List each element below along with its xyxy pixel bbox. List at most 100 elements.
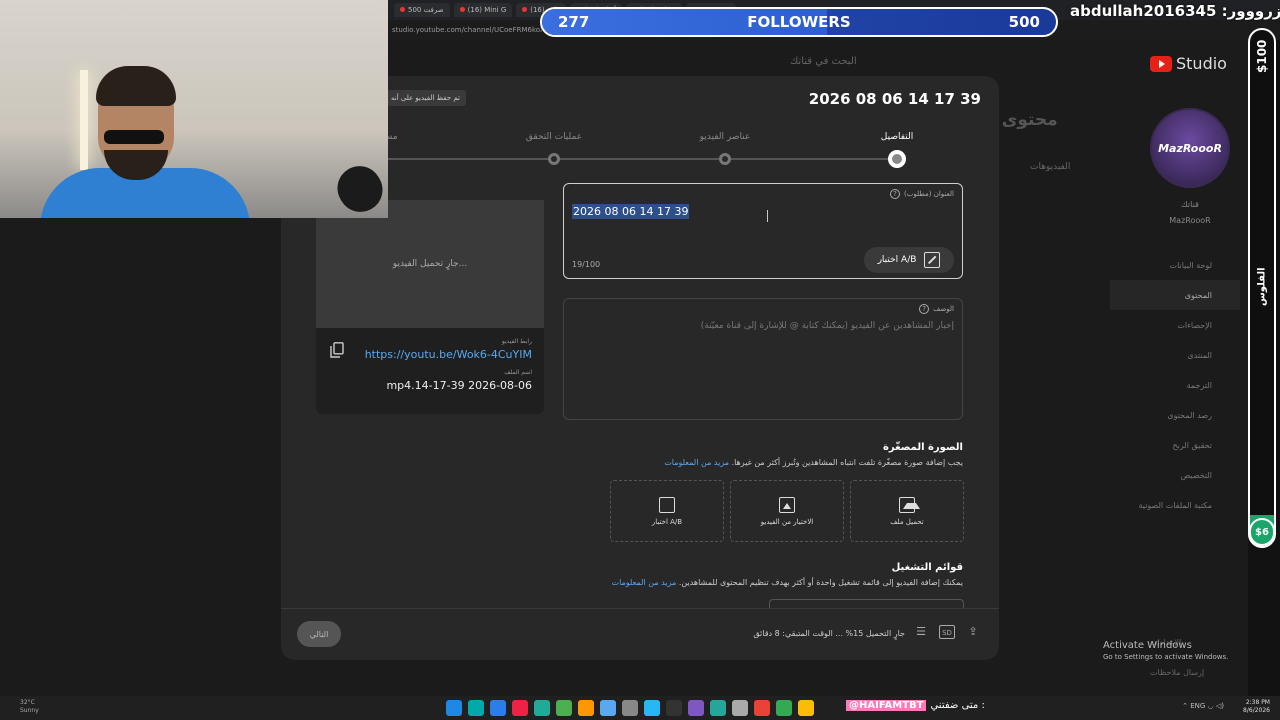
thumbnail-heading: الصورة المصغّرة bbox=[883, 442, 963, 453]
help-icon[interactable]: ? bbox=[890, 189, 901, 199]
sidebar-item[interactable]: تحقيق الربح bbox=[1110, 430, 1240, 460]
sidebar-item[interactable]: لوحة البيانات bbox=[1110, 250, 1240, 280]
description-field[interactable]: ? الوصف إخبار المشاهدين عن الفيديو (يمكن… bbox=[563, 298, 963, 420]
upload-icon[interactable]: ⇪ bbox=[965, 625, 981, 639]
ab-test-button[interactable]: اختبار A/B bbox=[864, 247, 954, 273]
taskbar-app-icon[interactable] bbox=[644, 700, 660, 716]
tab-videos[interactable]: الفيديوهات bbox=[1030, 162, 1070, 172]
sidebar-item[interactable]: التخصيص bbox=[1110, 460, 1240, 490]
taskbar-app-icon[interactable] bbox=[688, 700, 704, 716]
sidebar-item-label: الإحصاءات bbox=[1177, 320, 1212, 330]
channel-avatar[interactable]: MazRoooR bbox=[1150, 108, 1230, 188]
sidebar-item[interactable]: الترجمة bbox=[1110, 370, 1240, 400]
taskbar-app-icon[interactable] bbox=[490, 700, 506, 716]
browser-tab[interactable]: (16) Mini G bbox=[453, 3, 513, 17]
taskbar-app-icon[interactable] bbox=[754, 700, 770, 716]
video-info-panel: رابط الفيديو https://youtu.be/Wok6-4CuYI… bbox=[316, 328, 544, 414]
webcam-overlay bbox=[0, 0, 388, 218]
screen: البحث في قناتك Studio محتوى ا الفيديوهات… bbox=[0, 0, 1280, 720]
weather-temp: 32°C bbox=[20, 699, 35, 706]
clock-date: 8/6/2026 bbox=[1243, 707, 1270, 714]
taskbar-app-icon[interactable] bbox=[556, 700, 572, 716]
ab-test-label: اختبار A/B bbox=[877, 255, 917, 265]
taskbar-app-icon[interactable] bbox=[776, 700, 792, 716]
thumbnail-ab-test-button[interactable]: اختبار A/B bbox=[610, 480, 724, 542]
taskbar-app-icon[interactable] bbox=[798, 700, 814, 716]
donation-label: الفلوس bbox=[1256, 267, 1268, 307]
sidebar-item-label: الترجمة bbox=[1186, 380, 1212, 390]
studio-sidebar: لوحة البيانات المحتوى الإحصاءات المنتدى التر… bbox=[1110, 250, 1240, 520]
taskbar-app-icon[interactable] bbox=[600, 700, 616, 716]
taskbar-app-icon[interactable] bbox=[666, 700, 682, 716]
checks-icon[interactable]: ☰ bbox=[913, 625, 929, 639]
playlists-learn-more-link[interactable]: مزيد من المعلومات bbox=[612, 578, 677, 587]
browser-tab[interactable]: صرفت 500 bbox=[394, 3, 450, 17]
preview-status: جارٍ تحميل الفيديو... bbox=[392, 259, 468, 269]
sidebar-item[interactable]: الإحصاءات bbox=[1110, 310, 1240, 340]
channel-caption: قناتك bbox=[1181, 200, 1199, 209]
sidebar-item-label: المحتوى bbox=[1184, 290, 1212, 300]
taskbar-apps bbox=[446, 700, 814, 716]
activate-windows-watermark: Activate Windows Go to Settings to activ… bbox=[1103, 640, 1228, 661]
youtube-tab-icon bbox=[522, 7, 528, 12]
taskbar-app-icon[interactable] bbox=[622, 700, 638, 716]
taskbar-app-icon[interactable] bbox=[534, 700, 550, 716]
studio-logo[interactable]: Studio bbox=[1150, 54, 1227, 73]
followers-label: FOLLOWERS bbox=[747, 13, 851, 31]
taskbar: 32°C Sunny ⌃ ENG ◡ ◁) 2:38 PM 8/6/2026 bbox=[0, 696, 1280, 720]
step-checks[interactable]: عمليات التحقق bbox=[509, 132, 599, 165]
followers-current: 277 bbox=[558, 13, 590, 31]
youtube-tab-icon bbox=[400, 7, 405, 12]
taskbar-app-icon[interactable] bbox=[446, 700, 462, 716]
thumbnail-from-video-button[interactable]: الاختيار من الفيديو bbox=[730, 480, 844, 542]
title-field[interactable]: ? العنوان (مطلوب) 2026 08 06 14 17 39 19… bbox=[563, 183, 963, 279]
streamer-glasses bbox=[104, 130, 164, 144]
youtube-icon bbox=[1150, 55, 1172, 72]
dialog-title: 2026 08 06 14 17 39 bbox=[808, 90, 981, 108]
video-link[interactable]: https://youtu.be/Wok6-4CuYIM bbox=[328, 348, 532, 361]
sidebar-item-label: التخصيص bbox=[1180, 470, 1212, 480]
thumbnail-upload-button[interactable]: تحميل ملف bbox=[850, 480, 964, 542]
next-button[interactable]: التالي bbox=[297, 621, 341, 647]
sidebar-item[interactable]: مكتبة الملفات الصوتية bbox=[1110, 490, 1240, 520]
studio-search-input[interactable]: البحث في قناتك bbox=[790, 56, 857, 67]
taskbar-app-icon[interactable] bbox=[732, 700, 748, 716]
taskbar-app-icon[interactable] bbox=[578, 700, 594, 716]
sidebar-item-label: مكتبة الملفات الصوتية bbox=[1138, 500, 1212, 510]
clock[interactable]: 2:38 PM 8/6/2026 bbox=[1243, 699, 1270, 715]
taskbar-app-icon[interactable] bbox=[710, 700, 726, 716]
title-field-label: العنوان (مطلوب) bbox=[904, 190, 954, 198]
thumbnail-learn-more-link[interactable]: مزيد من المعلومات bbox=[664, 458, 729, 467]
copy-icon[interactable] bbox=[330, 342, 344, 358]
ab-test-icon bbox=[924, 252, 941, 268]
step-details[interactable]: التفاصيل bbox=[852, 132, 942, 168]
filename: mp4.14-17-39 2026-08-06 bbox=[386, 379, 532, 392]
thumbnail-option-label: اختبار A/B bbox=[651, 517, 683, 526]
streamer-hair bbox=[96, 66, 176, 106]
filename-label: اسم الملف bbox=[504, 369, 532, 376]
title-input-value[interactable]: 2026 08 06 14 17 39 bbox=[572, 204, 690, 219]
system-tray[interactable]: ⌃ ENG ◡ ◁) bbox=[1182, 702, 1224, 710]
dialog-header: 2026 08 06 14 17 39 تم حفظ الفيديو على أ… bbox=[281, 76, 999, 126]
step-label: عناصر الفيديو bbox=[699, 132, 751, 142]
ab-test-icon bbox=[659, 496, 675, 513]
sidebar-item[interactable]: المحتوى bbox=[1110, 280, 1240, 310]
thumbnail-description: يجب إضافة صورة مصغّرة تلفت انتباه المشاه… bbox=[664, 458, 963, 467]
activate-subtitle: Go to Settings to activate Windows. bbox=[1103, 653, 1229, 661]
weather-desc: Sunny bbox=[20, 707, 39, 714]
step-node bbox=[888, 150, 906, 168]
taskbar-app-icon[interactable] bbox=[468, 700, 484, 716]
sidebar-item-feedback[interactable]: إرسال ملاحظات bbox=[1150, 668, 1204, 677]
youtube-tab-icon bbox=[459, 7, 465, 12]
tab-label: (16) Mini G bbox=[467, 6, 507, 14]
sidebar-item[interactable]: رصد المحتوى bbox=[1110, 400, 1240, 430]
chat-text: متى ضفتني : bbox=[930, 700, 985, 711]
description-placeholder: إخبار المشاهدين عن الفيديو (يمكنك كتابة … bbox=[700, 321, 954, 331]
desc-field-label: الوصف bbox=[933, 305, 954, 313]
help-icon[interactable]: ? bbox=[919, 304, 930, 314]
clock-time: 2:38 PM bbox=[1245, 699, 1270, 706]
sidebar-item[interactable]: المنتدى bbox=[1110, 340, 1240, 370]
step-video-elements[interactable]: عناصر الفيديو bbox=[680, 132, 770, 165]
weather-widget[interactable]: 32°C Sunny bbox=[20, 699, 39, 715]
taskbar-app-icon[interactable] bbox=[512, 700, 528, 716]
